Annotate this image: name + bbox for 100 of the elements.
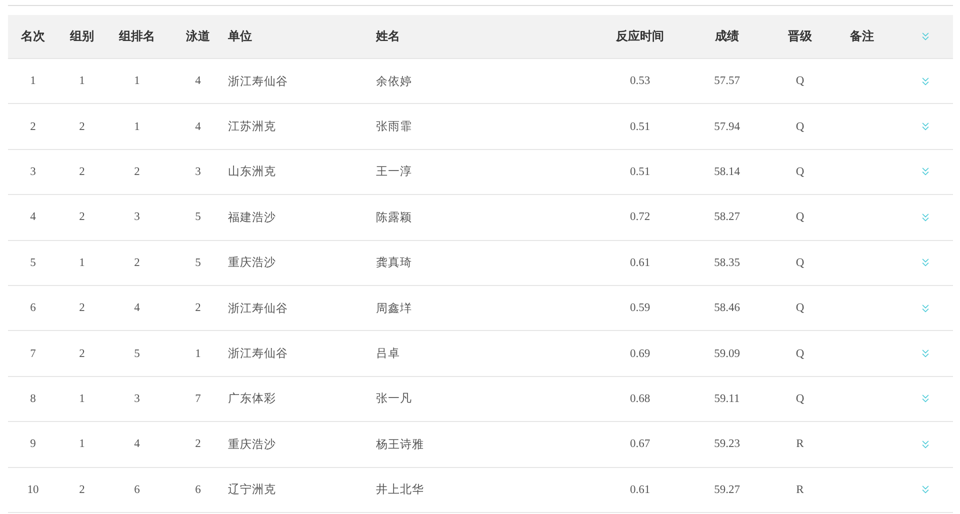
table-cell: 57.57 <box>714 75 740 88</box>
table-cell: 4 <box>195 120 201 133</box>
table-cell: 3 <box>134 392 140 405</box>
table-cell: 6 <box>195 484 201 496</box>
table-cell: 0.61 <box>630 256 650 269</box>
table-cell: 周鑫垟 <box>376 300 412 316</box>
column-header: 备注 <box>850 28 874 45</box>
table-cell: 58.46 <box>714 302 740 314</box>
table-cell: 7 <box>30 348 36 360</box>
table-cell: Q <box>796 392 804 405</box>
table-cell: 8 <box>30 392 36 405</box>
table-cell: Q <box>796 302 804 314</box>
column-header: 泳道 <box>186 28 210 45</box>
table-cell: 吕卓 <box>376 346 400 362</box>
table-cell: 福建浩沙 <box>228 210 276 225</box>
table-cell: 2 <box>79 302 85 314</box>
table-cell: Q <box>796 120 804 133</box>
table-cell: 山东洲克 <box>228 164 276 180</box>
table-cell: 2 <box>79 166 85 178</box>
table-cell: 江苏洲克 <box>228 119 276 134</box>
table-cell: 1 <box>79 392 85 405</box>
table-cell: 3 <box>30 166 36 178</box>
table-cell: 0.53 <box>630 75 650 88</box>
table-cell: 2 <box>79 120 85 133</box>
table-cell: 广东体彩 <box>228 391 276 406</box>
table-cell: 浙江寿仙谷 <box>228 346 288 362</box>
table-cell: 2 <box>195 438 201 450</box>
table-cell: 10 <box>27 484 39 496</box>
table-cell: 龚真琦 <box>376 255 412 270</box>
table-cell: 浙江寿仙谷 <box>228 74 288 89</box>
table-cell: 3 <box>134 211 140 224</box>
table-cell: Q <box>796 256 804 269</box>
table-cell: 0.51 <box>630 120 650 133</box>
table-cell: 3 <box>195 166 201 178</box>
table-cell: 0.59 <box>630 302 650 314</box>
table-cell: 4 <box>134 302 140 314</box>
table-cell: 2 <box>79 211 85 224</box>
table-cell: R <box>796 438 804 450</box>
table-cell: 1 <box>195 348 201 360</box>
table-cell: 58.27 <box>714 211 740 224</box>
column-header: 名次 <box>21 28 45 45</box>
table-cell: 1 <box>30 75 36 88</box>
table-cell: 4 <box>195 75 201 88</box>
table-cell: 2 <box>30 120 36 133</box>
table-cell: 5 <box>134 348 140 360</box>
column-header: 组别 <box>70 28 94 45</box>
table-cell: 0.68 <box>630 392 650 405</box>
table-cell: 井上北华 <box>376 482 424 498</box>
table-cell: 2 <box>195 302 201 314</box>
table-cell: 杨王诗雅 <box>376 436 424 452</box>
table-cell: Q <box>796 166 804 178</box>
table-cell: 5 <box>30 256 36 269</box>
table-cell: 6 <box>30 302 36 314</box>
table-cell: 2 <box>134 166 140 178</box>
table-cell: 1 <box>79 256 85 269</box>
table-cell: 0.67 <box>630 438 650 450</box>
table-cell: 重庆浩沙 <box>228 255 276 270</box>
table-cell: 0.61 <box>630 484 650 496</box>
table-cell: 2 <box>79 348 85 360</box>
table-cell: 张一凡 <box>376 391 412 406</box>
table-cell: 1 <box>79 75 85 88</box>
table-cell: 59.27 <box>714 484 740 496</box>
table-cell: 辽宁洲克 <box>228 482 276 498</box>
table-cell: 7 <box>195 392 201 405</box>
table-cell: 0.72 <box>630 211 650 224</box>
table-cell: 1 <box>134 120 140 133</box>
table-cell: 王一淳 <box>376 164 412 180</box>
table-cell: 5 <box>195 211 201 224</box>
column-header: 组排名 <box>119 28 155 45</box>
column-header: 反应时间 <box>616 28 664 45</box>
column-header: 姓名 <box>376 28 400 45</box>
table-cell: R <box>796 484 804 496</box>
table-cell: 58.35 <box>714 256 740 269</box>
table-cell: 陈露颖 <box>376 210 412 225</box>
table-cell: 2 <box>79 484 85 496</box>
table-cell: 1 <box>134 75 140 88</box>
table-cell: 57.94 <box>714 120 740 133</box>
table-cell: 5 <box>195 256 201 269</box>
column-header: 晋级 <box>788 28 812 45</box>
table-cell: 0.69 <box>630 348 650 360</box>
table-cell: 59.11 <box>714 392 740 405</box>
table-cell: 9 <box>30 438 36 450</box>
table-cell: 重庆浩沙 <box>228 436 276 452</box>
table-cell: Q <box>796 211 804 224</box>
table-cell: 2 <box>134 256 140 269</box>
table-cell: 浙江寿仙谷 <box>228 300 288 316</box>
table-cell: 张雨霏 <box>376 119 412 134</box>
table-cell: 58.14 <box>714 166 740 178</box>
column-header: 成绩 <box>715 28 739 45</box>
table-cell: 6 <box>134 484 140 496</box>
table-cell: 1 <box>79 438 85 450</box>
table-cell: 0.51 <box>630 166 650 178</box>
table-cell: 余依婷 <box>376 74 412 89</box>
table-cell: 59.09 <box>714 348 740 360</box>
table-cell: 59.23 <box>714 438 740 450</box>
column-header: 单位 <box>228 28 252 45</box>
table-cell: 4 <box>30 211 36 224</box>
table-cell: Q <box>796 75 804 88</box>
table-cell: 4 <box>134 438 140 450</box>
table-cell: Q <box>796 348 804 360</box>
